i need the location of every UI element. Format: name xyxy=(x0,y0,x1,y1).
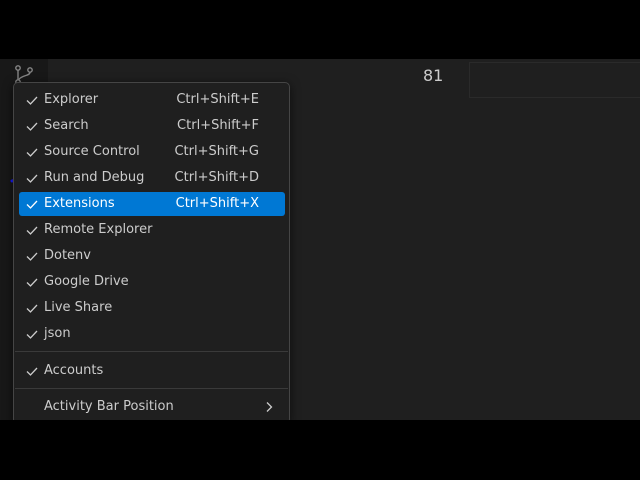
menu-item-label: Live Share xyxy=(44,300,113,315)
menu-item-label: Explorer xyxy=(44,92,99,107)
check-icon xyxy=(26,148,38,157)
vscode-window: 81 Explorer Ctrl+Shift+E Search Ctrl+Shi… xyxy=(0,59,640,420)
menu-item-search[interactable]: Search Ctrl+Shift+F xyxy=(19,114,285,138)
menu-item-label: Accounts xyxy=(44,363,104,378)
menu-separator xyxy=(15,351,288,352)
editor[interactable]: 81 xyxy=(375,59,640,420)
menu-item-label: Run and Debug xyxy=(44,170,145,185)
menu-item-remote-explorer[interactable]: Remote Explorer xyxy=(19,218,285,242)
menu-item-dotenv[interactable]: Dotenv xyxy=(19,244,285,268)
menu-item-shortcut: Ctrl+Shift+E xyxy=(176,92,259,107)
check-icon xyxy=(26,96,38,105)
menu-item-shortcut: Ctrl+Shift+X xyxy=(175,196,259,211)
menu-item-activity-bar-position[interactable]: Activity Bar Position xyxy=(19,395,285,419)
menu-item-shortcut: Ctrl+Shift+F xyxy=(177,118,259,133)
check-icon xyxy=(26,122,38,131)
current-line-highlight xyxy=(469,62,640,98)
menu-item-accounts[interactable]: Accounts xyxy=(19,359,285,383)
menu-item-label: Dotenv xyxy=(44,248,91,263)
menu-separator xyxy=(15,388,288,389)
check-icon xyxy=(26,367,38,376)
menu-item-extensions[interactable]: Extensions Ctrl+Shift+X xyxy=(19,192,285,216)
menu-item-label: json xyxy=(44,326,71,341)
menu-item-label: Remote Explorer xyxy=(44,222,153,237)
menu-item-explorer[interactable]: Explorer Ctrl+Shift+E xyxy=(19,88,285,112)
menu-item-run-and-debug[interactable]: Run and Debug Ctrl+Shift+D xyxy=(19,166,285,190)
menu-item-live-share[interactable]: Live Share xyxy=(19,296,285,320)
menu-item-source-control[interactable]: Source Control Ctrl+Shift+G xyxy=(19,140,285,164)
check-icon xyxy=(26,200,38,209)
menu-item-google-drive[interactable]: Google Drive xyxy=(19,270,285,294)
menu-item-label: Google Drive xyxy=(44,274,129,289)
check-icon xyxy=(26,226,38,235)
menu-item-label: Search xyxy=(44,118,89,133)
menu-item-label: Source Control xyxy=(44,144,140,159)
menu-item-label: Extensions xyxy=(44,196,115,211)
check-icon xyxy=(26,330,38,339)
menu-item-shortcut: Ctrl+Shift+D xyxy=(174,170,259,185)
chevron-right-icon xyxy=(266,402,273,412)
menu-item-shortcut: Ctrl+Shift+G xyxy=(174,144,259,159)
line-number: 81 xyxy=(423,66,444,85)
check-icon xyxy=(26,278,38,287)
check-icon xyxy=(26,174,38,183)
menu-item-label: Activity Bar Position xyxy=(44,399,174,414)
check-icon xyxy=(26,304,38,313)
menu-item-json[interactable]: json xyxy=(19,322,285,346)
check-icon xyxy=(26,252,38,261)
context-menu: Explorer Ctrl+Shift+E Search Ctrl+Shift+… xyxy=(13,82,290,420)
